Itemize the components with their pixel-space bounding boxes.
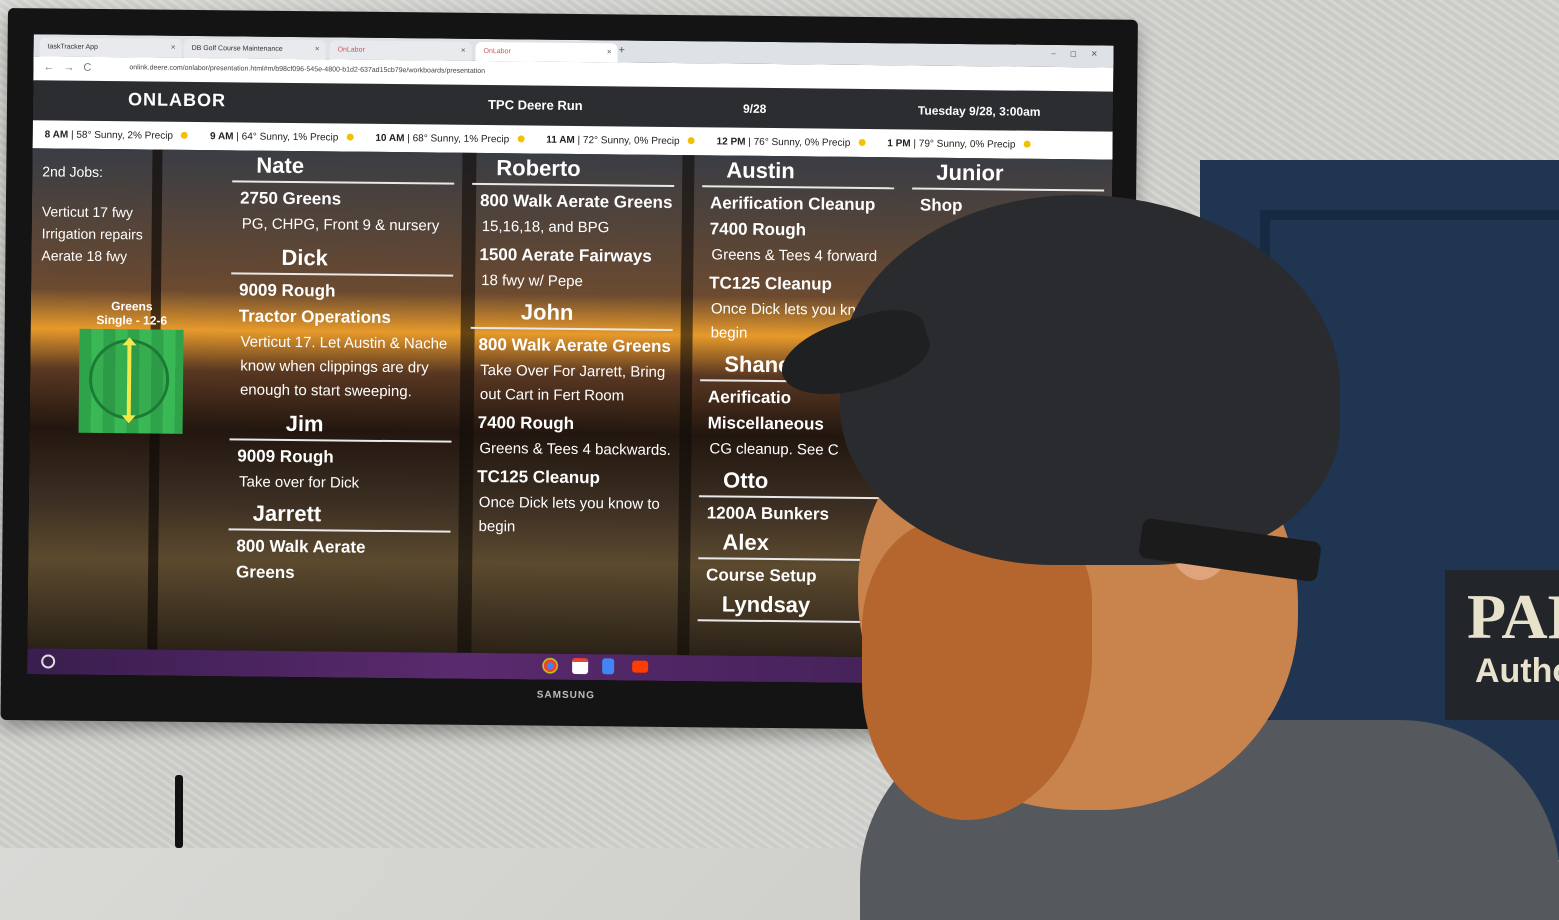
weather-item: 12 PM | 76° Sunny, 0% Precip	[717, 136, 866, 149]
weather-item: 11 AM | 72° Sunny, 0% Precip	[546, 134, 695, 147]
close-icon[interactable]: ×	[315, 44, 320, 53]
close-icon[interactable]: ×	[607, 47, 612, 56]
sun-icon	[687, 137, 695, 145]
green-diagram	[78, 328, 184, 434]
second-jobs-panel: 2nd Jobs: Verticut 17 fwy Irrigation rep…	[41, 160, 143, 267]
url-field[interactable]: onlink.deere.com/onlabor/presentation.ht…	[129, 64, 485, 75]
sun-icon	[517, 135, 525, 143]
tab-tasktracker[interactable]: taskTracker App ×	[39, 37, 182, 58]
course-title: TPC Deere Run	[487, 97, 583, 114]
worker-card-jim[interactable]: Jim 9009 Rough Take over for Dick	[229, 408, 460, 496]
youtube-icon[interactable]	[632, 660, 649, 673]
window-controls[interactable]: – ◻ ✕	[1051, 49, 1103, 59]
onlabor-logo: ONLABOR	[127, 89, 227, 111]
sun-icon	[346, 133, 354, 141]
worker-card-nate[interactable]: Nate 2750 Greens PG, CHPG, Front 9 & nur…	[232, 150, 463, 238]
close-icon[interactable]: ×	[171, 43, 176, 52]
second-job-item: Verticut 17 fwy	[41, 203, 133, 221]
worker-card-jarrett[interactable]: Jarrett 800 Walk Aerate Greens	[228, 498, 459, 584]
current-datetime: Tuesday 9/28, 3:00am	[917, 103, 1041, 119]
back-icon[interactable]: ←	[43, 61, 54, 73]
sun-icon	[858, 139, 866, 147]
gmail-icon[interactable]	[572, 657, 589, 675]
double-arrow-icon	[126, 343, 132, 418]
worker-card-john[interactable]: John 800 Walk Aerate Greens Take Over Fo…	[468, 296, 681, 541]
tab-onlabor-1[interactable]: OnLabor ×	[329, 40, 472, 61]
wall-sign: PAR Author	[1445, 570, 1559, 720]
forward-icon[interactable]: →	[63, 62, 74, 74]
antenna	[175, 775, 183, 848]
column-2: Roberto 800 Walk Aerate Greens 15,16,18,…	[468, 152, 682, 541]
weather-item: 9 AM | 64° Sunny, 1% Precip	[210, 131, 354, 144]
new-tab-button[interactable]: +	[619, 44, 626, 56]
weather-item: 1 PM | 79° Sunny, 0% Precip	[887, 138, 1031, 150]
tab-onlabor-active[interactable]: OnLabor ×	[475, 41, 618, 63]
second-job-item: Aerate 18 fwy	[41, 247, 128, 265]
close-icon[interactable]: ×	[461, 46, 466, 55]
worker-card-dick[interactable]: Dick 9009 Rough Tractor Operations Verti…	[230, 242, 462, 404]
sun-icon	[1023, 141, 1031, 149]
second-job-item: Irrigation repairs	[41, 225, 143, 243]
docs-icon[interactable]	[602, 658, 615, 675]
reload-icon[interactable]: C	[83, 62, 91, 74]
launcher-icon[interactable]	[41, 654, 56, 669]
worker-card-roberto[interactable]: Roberto 800 Walk Aerate Greens 15,16,18,…	[471, 152, 682, 295]
tab-golf-maintenance[interactable]: DB Golf Course Maintenance ×	[183, 38, 326, 60]
weather-item: 8 AM | 58° Sunny, 2% Precip	[45, 129, 189, 142]
weather-item: 10 AM | 68° Sunny, 1% Precip	[375, 132, 525, 145]
greens-pin-widget: Greens Single - 12-6	[78, 299, 185, 434]
chrome-icon[interactable]	[542, 657, 559, 674]
sun-icon	[180, 132, 189, 140]
column-1: Nate 2750 Greens PG, CHPG, Front 9 & nur…	[228, 150, 463, 584]
date-selector[interactable]: 9/28	[743, 102, 767, 116]
